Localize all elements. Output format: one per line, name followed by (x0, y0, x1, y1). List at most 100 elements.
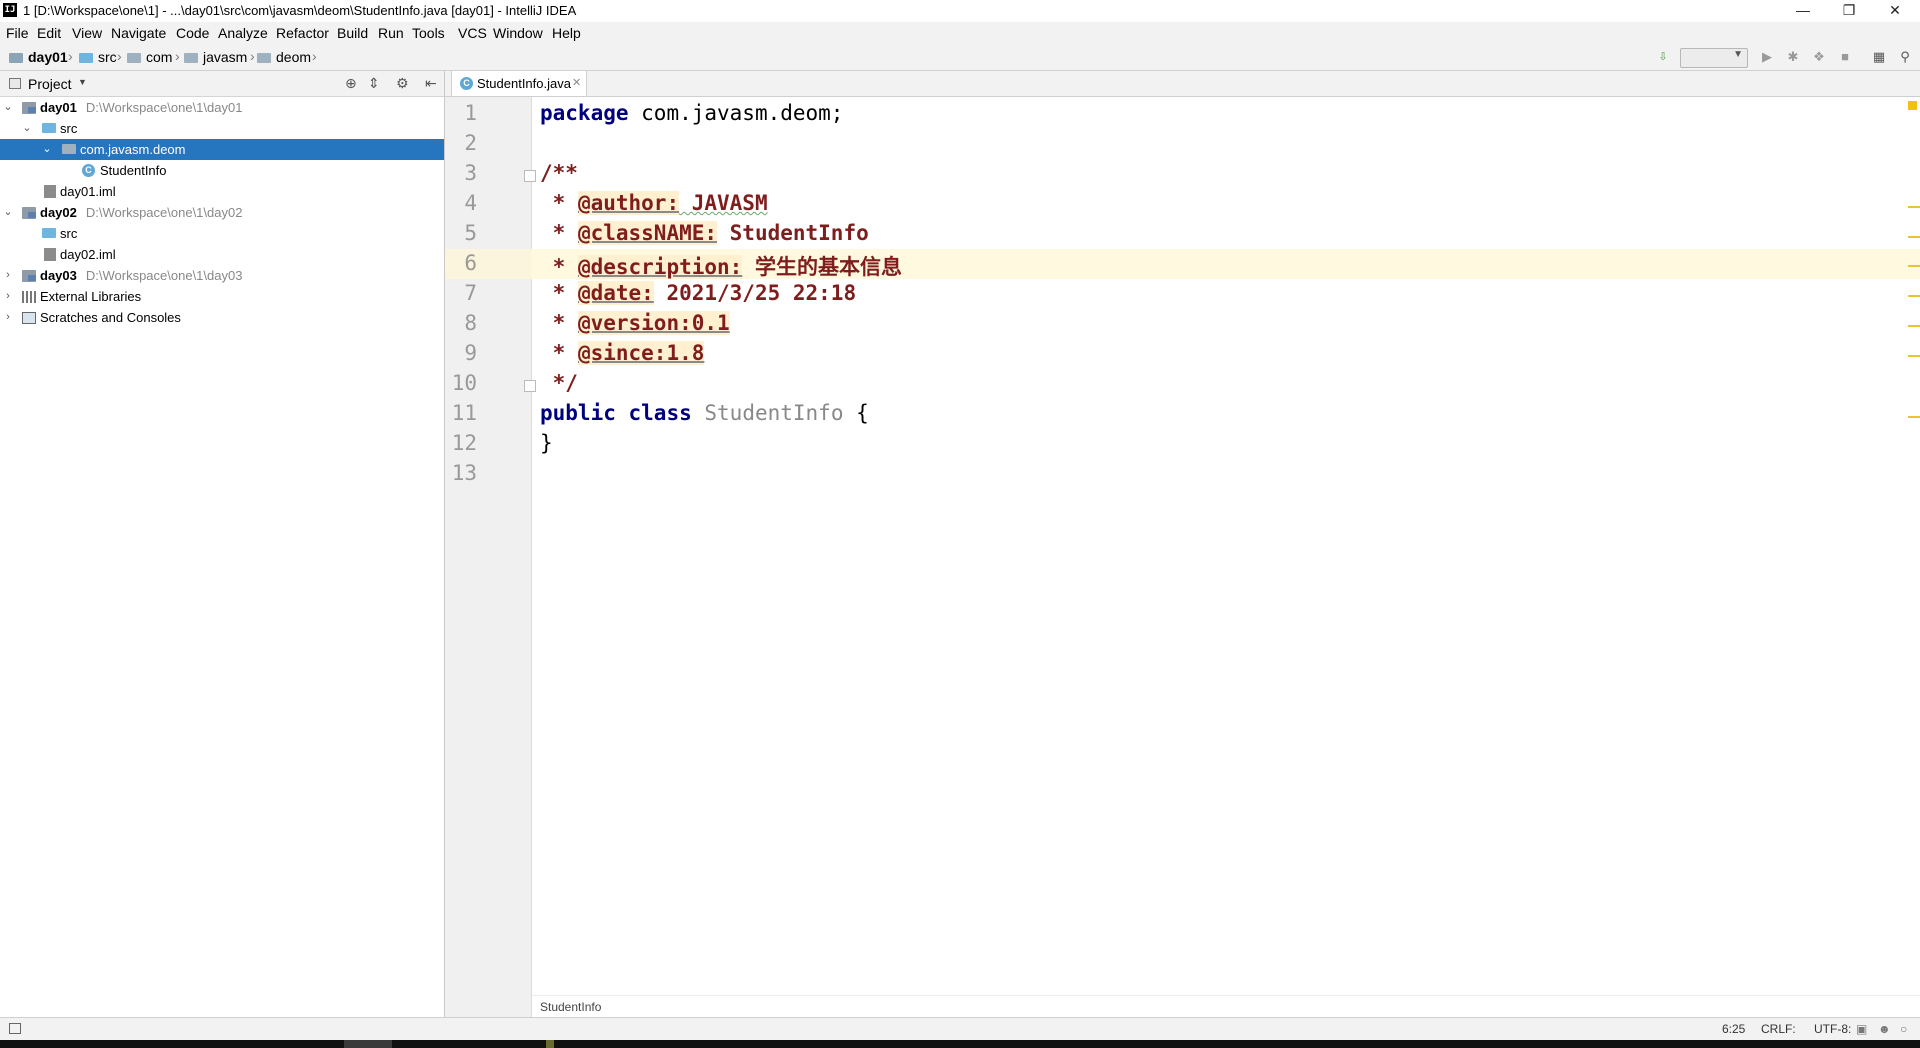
chevron-down-icon[interactable]: ⌄ (41, 139, 53, 160)
coverage-icon[interactable]: ❖ (1810, 48, 1828, 66)
package-icon (127, 53, 141, 63)
debug-icon[interactable]: ✱ (1784, 48, 1802, 66)
code-line-1: package com.javasm.deom; (540, 101, 844, 125)
event-log-icon[interactable]: ○ (1900, 1022, 1907, 1036)
tree-item-label: StudentInfo (100, 163, 167, 178)
chevron-down-icon[interactable]: ⌄ (21, 118, 33, 139)
chevron-right-icon[interactable]: › (2, 286, 14, 307)
menu-window[interactable]: Window (493, 25, 543, 41)
menu-analyze[interactable]: Analyze (218, 25, 268, 41)
tree-item-package[interactable]: ⌄ com.javasm.deom (0, 139, 444, 160)
menu-navigate[interactable]: Navigate (111, 25, 166, 41)
fold-icon[interactable] (524, 380, 536, 392)
run-configuration-select[interactable]: ▼ (1680, 48, 1748, 68)
tab-label: StudentInfo.java (477, 76, 571, 91)
menu-refactor[interactable]: Refactor (276, 25, 329, 41)
restore-icon[interactable]: ❐ (1826, 0, 1872, 22)
source-folder-icon (42, 123, 56, 133)
tree-item-label: Scratches and Consoles (40, 310, 181, 325)
menu-file[interactable]: File (6, 25, 29, 41)
scratches-icon (22, 312, 36, 324)
inspector-icon[interactable]: ☻ (1878, 1022, 1891, 1036)
collapse-all-icon[interactable]: ⇕ (368, 75, 380, 92)
menu-edit[interactable]: Edit (37, 25, 61, 41)
editor-tab-bar: C StudentInfo.java ✕ (445, 71, 1920, 97)
tree-item-scratches[interactable]: › Scratches and Consoles (0, 307, 444, 328)
line-number: 9 (464, 341, 477, 365)
file-encoding[interactable]: UTF-8: (1814, 1022, 1851, 1036)
line-number: 5 (464, 221, 477, 245)
warning-stripe-mark[interactable] (1908, 295, 1920, 297)
menu-vcs[interactable]: VCS (458, 25, 487, 41)
menu-help[interactable]: Help (552, 25, 581, 41)
navigation-bar: day01 › src › com › javasm › deom › (0, 45, 1920, 71)
tree-item-external-libraries[interactable]: › External Libraries (0, 286, 444, 307)
warning-stripe-mark[interactable] (1908, 265, 1920, 267)
menu-code[interactable]: Code (176, 25, 209, 41)
tree-item-day01[interactable]: ⌄ day01 D:\Workspace\one\1\day01 (0, 97, 444, 118)
tree-item-label: src (60, 226, 78, 241)
sort-icon[interactable]: ⇩ (1654, 48, 1672, 66)
nav-crumb-com[interactable]: com (127, 49, 172, 65)
warning-stripe-mark[interactable] (1908, 416, 1920, 418)
taskbar-app[interactable] (344, 1040, 392, 1048)
caret-position[interactable]: 6:25 (1722, 1022, 1745, 1036)
tab-studentinfo-java[interactable]: C StudentInfo.java ✕ (451, 71, 587, 96)
warning-stripe-mark[interactable] (1908, 236, 1920, 238)
chevron-down-icon[interactable]: ⌄ (2, 202, 14, 223)
lock-icon[interactable]: ▣ (1856, 1022, 1867, 1036)
tree-item-day02[interactable]: ⌄ day02 D:\Workspace\one\1\day02 (0, 202, 444, 223)
search-icon[interactable]: ⚲ (1896, 48, 1914, 66)
code-line-12: } (540, 431, 553, 455)
project-panel-title[interactable]: Project (28, 76, 72, 92)
chevron-right-icon[interactable]: › (2, 307, 14, 328)
chevron-down-icon[interactable]: ▼ (78, 77, 87, 87)
menu-view[interactable]: View (72, 25, 102, 41)
tree-item-day01-iml[interactable]: day01.iml (0, 181, 444, 202)
menu-tools[interactable]: Tools (412, 25, 445, 41)
warning-stripe-mark[interactable] (1908, 206, 1920, 208)
chevron-right-icon[interactable]: › (2, 265, 14, 286)
breadcrumb-class[interactable]: StudentInfo (540, 1000, 601, 1014)
code-line-10: */ (540, 371, 578, 395)
line-number: 2 (464, 131, 477, 155)
project-structure-icon[interactable]: ▦ (1870, 48, 1888, 66)
stop-icon[interactable]: ■ (1836, 48, 1854, 66)
nav-crumb-day01[interactable]: day01 (9, 49, 68, 65)
tree-item-day03[interactable]: › day03 D:\Workspace\one\1\day03 (0, 265, 444, 286)
chevron-right-icon: › (68, 48, 73, 64)
hide-panel-icon[interactable]: ⇤ (425, 75, 437, 92)
package-icon (257, 53, 271, 63)
locate-icon[interactable]: ⊕ (345, 75, 357, 92)
intellij-app-icon: IJ (3, 3, 17, 17)
tree-item-day02-iml[interactable]: day02.iml (0, 244, 444, 265)
gear-icon[interactable]: ⚙ (396, 75, 409, 92)
nav-crumb-deom[interactable]: deom (257, 49, 311, 65)
nav-crumb-src[interactable]: src (79, 49, 117, 65)
warning-stripe-mark[interactable] (1908, 355, 1920, 357)
tree-item-studentinfo[interactable]: C StudentInfo (0, 160, 444, 181)
chevron-right-icon: › (117, 48, 122, 64)
menu-build[interactable]: Build (337, 25, 368, 41)
warning-stripe-mark[interactable] (1908, 325, 1920, 327)
chevron-down-icon[interactable]: ⌄ (2, 97, 14, 118)
tool-windows-icon[interactable] (9, 1023, 21, 1034)
nav-crumb-javasm[interactable]: javasm (184, 49, 247, 65)
close-icon[interactable]: ✕ (1872, 0, 1918, 22)
close-icon[interactable]: ✕ (572, 76, 581, 89)
menu-run[interactable]: Run (378, 25, 404, 41)
taskbar-app[interactable] (546, 1040, 554, 1048)
code-line-3: /** (540, 161, 578, 185)
inspection-status-icon[interactable] (1908, 101, 1917, 110)
tree-item-label: day02 D:\Workspace\one\1\day02 (40, 205, 243, 220)
tree-item-label: day01.iml (60, 184, 116, 199)
fold-icon[interactable] (524, 170, 536, 182)
tree-item-src[interactable]: ⌄ src (0, 118, 444, 139)
run-icon[interactable]: ▶ (1758, 48, 1776, 66)
tree-item-label: com.javasm.deom (80, 142, 186, 157)
package-icon (62, 144, 76, 154)
minimize-icon[interactable]: — (1780, 0, 1826, 22)
tree-item-src[interactable]: src (0, 223, 444, 244)
menu-bar: File Edit View Navigate Code Analyze Ref… (0, 22, 1920, 45)
line-separator[interactable]: CRLF: (1761, 1022, 1796, 1036)
